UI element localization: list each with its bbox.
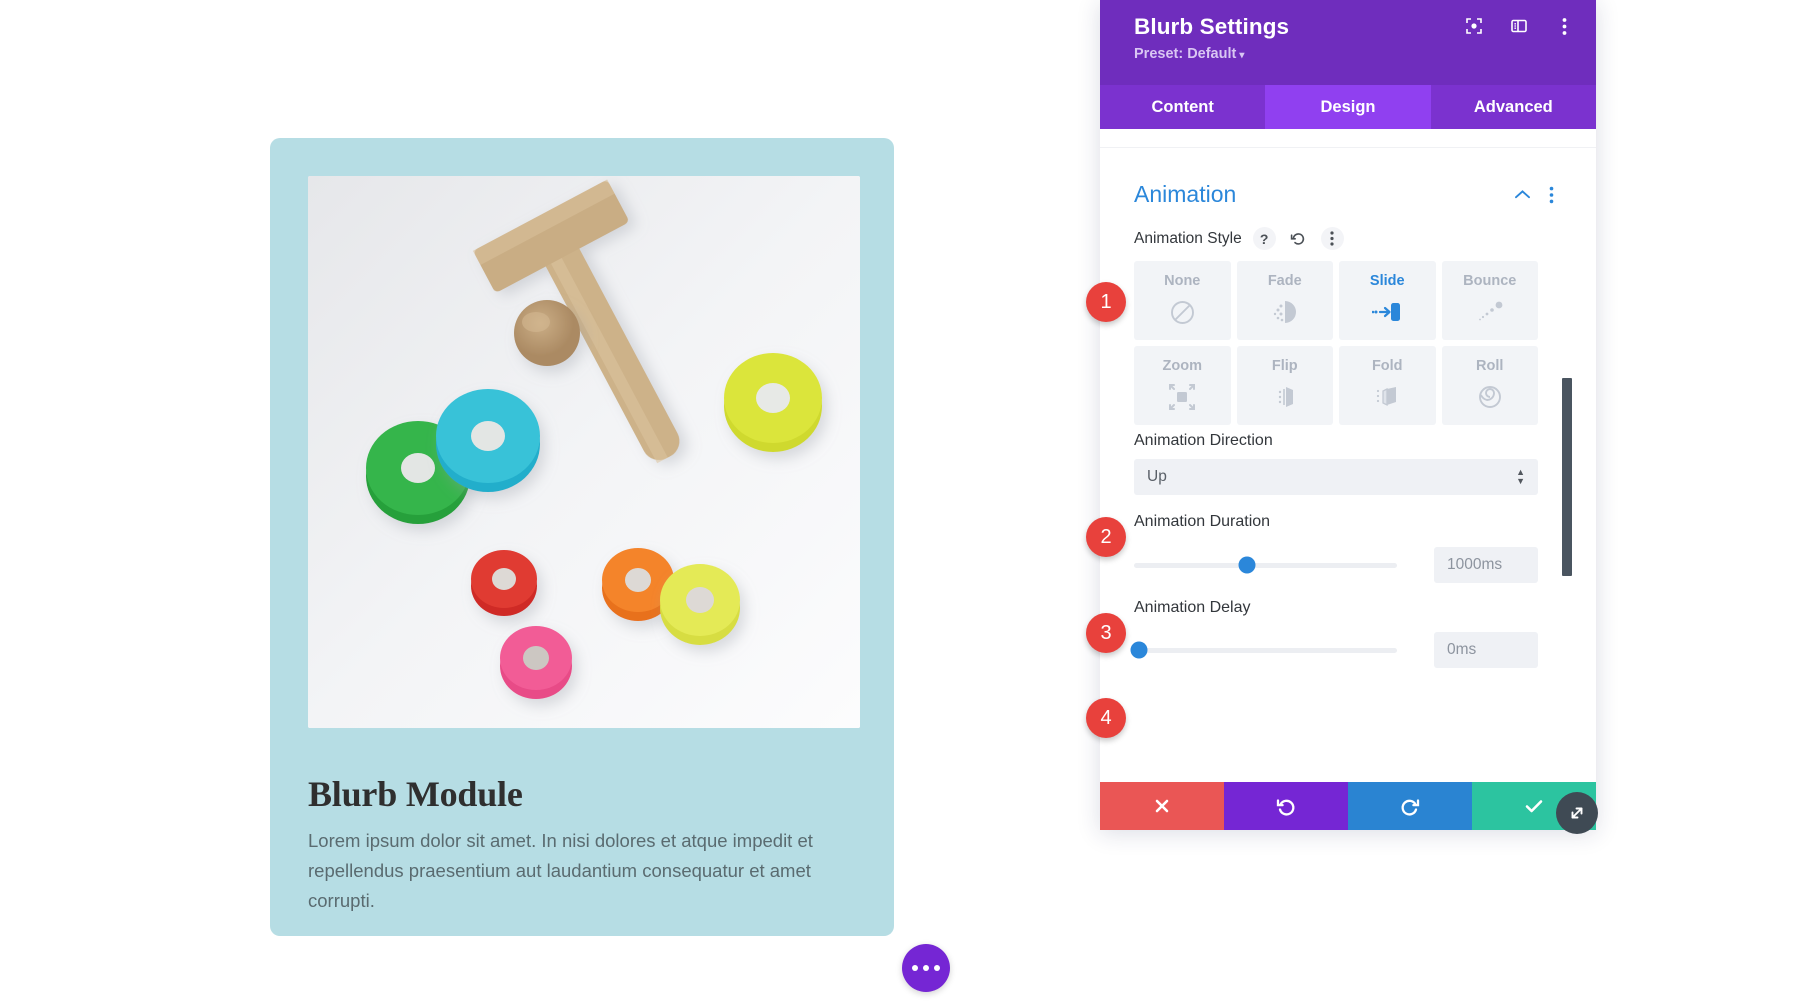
no-entry-icon [1169, 296, 1196, 328]
page-settings-fab[interactable] [902, 944, 950, 992]
flip-icon [1271, 381, 1299, 413]
fade-icon [1271, 296, 1299, 328]
ellipsis-icon [934, 965, 940, 971]
chevron-up-icon[interactable] [1514, 189, 1531, 200]
panel-body: Animation Animation Style ? None Fade Sl… [1100, 129, 1596, 782]
animation-duration-slider[interactable] [1134, 556, 1397, 574]
tab-content[interactable]: Content [1100, 85, 1266, 129]
blurb-image [308, 176, 860, 728]
preset-selector[interactable]: Preset: Default ▾ [1134, 46, 1574, 62]
blurb-title: Blurb Module [308, 774, 523, 814]
animation-style-zoom[interactable]: Zoom [1134, 346, 1231, 425]
panel-header-actions [1464, 16, 1574, 36]
step-marker-1: 1 [1086, 282, 1126, 322]
animation-delay-slider[interactable] [1130, 641, 1397, 659]
panel-tabs: Content Design Advanced [1100, 85, 1596, 129]
animation-style-label-flip: Flip [1271, 358, 1298, 374]
animation-style-label-fold: Fold [1371, 358, 1403, 374]
animation-delay-row: 0ms [1130, 632, 1538, 668]
animation-style-label-fade: Fade [1267, 273, 1302, 289]
animation-duration-input[interactable]: 1000ms [1434, 547, 1538, 583]
blurb-settings-panel: Blurb Settings Preset: Default ▾ Content… [1100, 0, 1596, 830]
zoom-expand-icon [1168, 381, 1196, 413]
panel-layout-icon[interactable] [1509, 16, 1529, 36]
animation-style-label-slide: Slide [1369, 273, 1405, 289]
step-marker-2: 2 [1086, 517, 1126, 557]
focus-frame-icon[interactable] [1464, 16, 1484, 36]
animation-style-slide[interactable]: Slide [1339, 261, 1436, 340]
animation-section-title: Animation [1134, 181, 1237, 207]
more-vertical-icon[interactable] [1320, 227, 1344, 250]
blurb-module-card[interactable]: Blurb Module Lorem ipsum dolor sit amet.… [270, 138, 894, 936]
ellipsis-icon [912, 965, 918, 971]
animation-style-label-roll: Roll [1476, 358, 1504, 374]
preset-label: Preset: Default [1134, 46, 1237, 62]
animation-direction-select[interactable]: Up ▲ ▼ [1134, 459, 1538, 495]
animation-style-fade[interactable]: Fade [1236, 261, 1333, 340]
animation-delay-input[interactable]: 0ms [1434, 632, 1538, 668]
animation-style-label-bounce: Bounce [1463, 273, 1517, 289]
panel-scrollbar-thumb[interactable] [1562, 378, 1572, 576]
more-vertical-icon[interactable] [1554, 16, 1574, 36]
animation-direction-label: Animation Direction [1134, 432, 1273, 449]
tab-design[interactable]: Design [1265, 85, 1431, 129]
undo-button[interactable] [1224, 782, 1348, 830]
animation-style-bounce[interactable]: Bounce [1441, 261, 1538, 340]
more-vertical-icon[interactable] [1549, 186, 1554, 204]
animation-direction-value: Up [1147, 468, 1167, 485]
redo-button[interactable] [1348, 782, 1472, 830]
ellipsis-icon [923, 965, 929, 971]
chevron-down-icon: ▾ [1239, 50, 1245, 61]
animation-style-label-zoom: Zoom [1162, 358, 1202, 374]
animation-style-fold[interactable]: Fold [1339, 346, 1436, 425]
animation-style-none[interactable]: None [1134, 261, 1231, 340]
cancel-button[interactable] [1100, 782, 1224, 830]
tab-advanced[interactable]: Advanced [1430, 85, 1596, 129]
animation-style-roll[interactable]: Roll [1441, 346, 1538, 425]
step-marker-3: 3 [1086, 613, 1126, 653]
slider-knob[interactable] [1130, 641, 1148, 659]
question-icon[interactable]: ? [1252, 227, 1276, 250]
animation-delay-label: Animation Delay [1134, 599, 1251, 616]
step-marker-4: 4 [1086, 698, 1126, 738]
fold-icon [1373, 381, 1401, 413]
blurb-body-text: Lorem ipsum dolor sit amet. In nisi dolo… [308, 830, 813, 911]
slider-knob[interactable] [1238, 556, 1256, 574]
panel-footer [1100, 782, 1596, 830]
animation-style-label-row: Animation Style ? [1134, 227, 1344, 250]
slide-icon [1372, 296, 1402, 328]
animation-style-label-none: None [1164, 273, 1201, 289]
panel-header: Blurb Settings Preset: Default ▾ [1100, 0, 1596, 85]
animation-duration-label: Animation Duration [1134, 513, 1271, 530]
stepper-arrows-icon: ▲ ▼ [1516, 467, 1525, 486]
animation-duration-row: 1000ms [1134, 547, 1538, 583]
resize-handle[interactable] [1556, 792, 1598, 834]
page-canvas: Blurb Module Lorem ipsum dolor sit amet.… [0, 0, 1100, 1002]
roll-spiral-icon [1476, 381, 1504, 413]
reset-icon[interactable] [1287, 227, 1310, 250]
animation-style-flip[interactable]: Flip [1236, 346, 1333, 425]
animation-section-header: Animation [1134, 181, 1554, 208]
animation-style-label: Animation Style [1134, 229, 1242, 247]
section-divider [1100, 147, 1596, 148]
bounce-icon [1475, 296, 1505, 328]
animation-style-grid: None Fade Slide Bounce Zoom Flip Fold Ro… [1134, 261, 1538, 425]
